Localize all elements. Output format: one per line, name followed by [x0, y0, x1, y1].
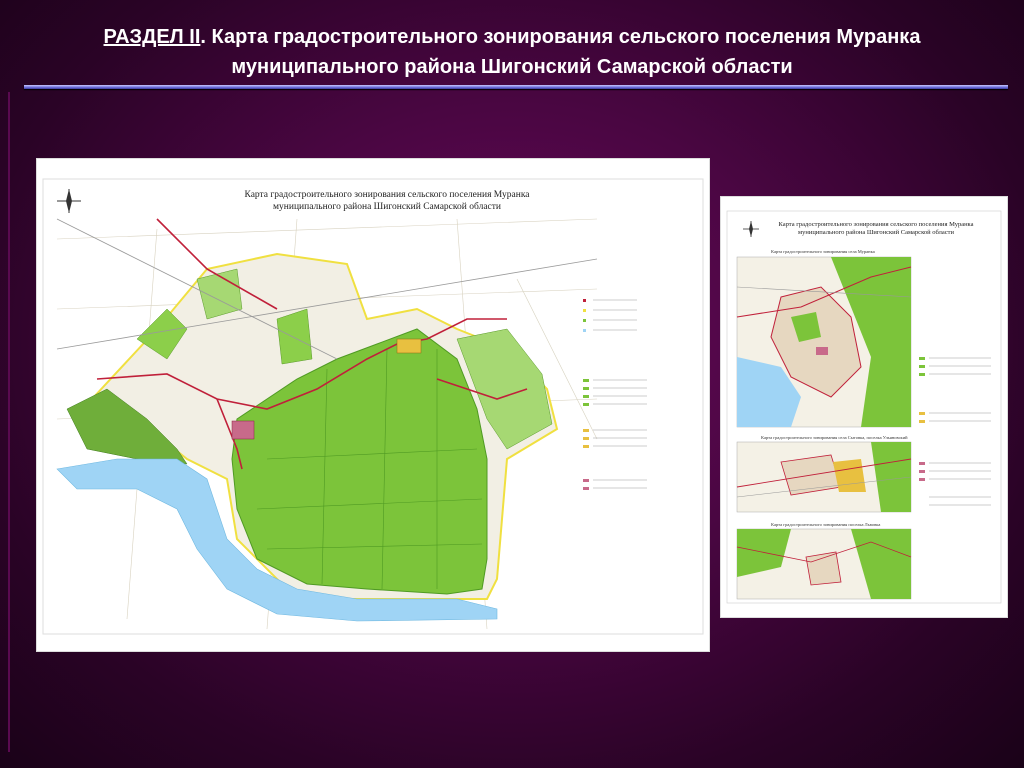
title-line1: . Карта градостроительного зонирования с…	[200, 26, 921, 48]
secondary-map-caption: Карта градостроительного зонирования сел…	[761, 221, 991, 237]
inset-muranka	[736, 256, 912, 428]
secondary-caption-line1: Карта градостроительного зонирования сел…	[778, 221, 974, 228]
main-map-caption: Карта градостроительного зонирования сел…	[187, 189, 587, 213]
left-decor-line	[8, 92, 10, 752]
main-map-caption-line2: муниципального района Шигонский Самарско…	[273, 202, 501, 212]
inset1-title: Карта градостроительного зонирования сел…	[771, 249, 875, 254]
main-zoning-map: Карта градостроительного зонирования сел…	[36, 158, 710, 652]
secondary-caption-line2: муниципального района Шигонский Самарско…	[798, 229, 954, 236]
inset-sytovka	[736, 441, 912, 513]
inset-lvovka	[736, 528, 912, 600]
section-label: РАЗДЕЛ II	[103, 26, 201, 48]
main-map-graphic	[42, 178, 704, 635]
title-divider	[24, 85, 1008, 89]
title-line2: муниципального района Шигонский Самарско…	[231, 56, 793, 78]
inset2-title: Карта градостроительного зонирования сел…	[761, 435, 908, 440]
main-map-caption-line1: Карта градостроительного зонирования сел…	[244, 190, 530, 200]
settlements-zoning-map: Карта градостроительного зонирования сел…	[720, 196, 1008, 618]
secondary-map-graphic	[726, 210, 1002, 604]
slide-title: РАЗДЕЛ II. Карта градостроительного зони…	[0, 22, 1024, 82]
inset3-title: Карта градостроительного зонирования пос…	[771, 522, 881, 527]
